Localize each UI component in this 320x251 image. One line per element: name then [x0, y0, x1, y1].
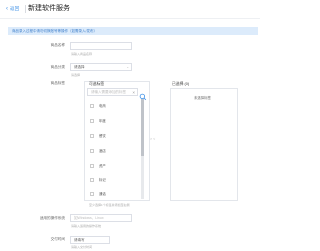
time-label: 交付时间: [50, 237, 65, 241]
name-label: 商品名称: [50, 43, 65, 47]
tag-option[interactable]: 通话: [90, 191, 106, 196]
time-hint: 请输入交付时间: [71, 245, 93, 249]
notice-banner: 商品录入过程中请勿切换账号等操作（如需录入/发布）: [8, 27, 258, 35]
os-placeholder: 如Windows，Linux: [74, 215, 104, 220]
header-divider: [25, 5, 26, 13]
tag-search-input[interactable]: 请输入需要添加的标签 ×: [87, 88, 138, 96]
search-icon[interactable]: [139, 88, 147, 101]
checkbox[interactable]: [90, 191, 94, 196]
name-input[interactable]: [70, 42, 132, 50]
checkbox[interactable]: [90, 148, 94, 153]
page-title: 新建软件服务: [28, 5, 70, 12]
category-hint: 请选择: [71, 73, 81, 77]
scrollbar-thumb[interactable]: [141, 99, 144, 156]
os-hint: 请输入适用的操作系统: [71, 224, 102, 228]
category-value: 请选择: [74, 64, 85, 69]
category-label: 商品分类: [50, 65, 65, 69]
tag-option[interactable]: 电商: [90, 103, 106, 108]
checkbox[interactable]: [90, 133, 94, 138]
tag-option[interactable]: 年度: [90, 118, 106, 123]
tag-option[interactable]: 酒店: [90, 148, 106, 153]
checkbox[interactable]: [90, 103, 94, 108]
back-button[interactable]: ‹ 返回: [6, 4, 19, 14]
checkbox[interactable]: [90, 163, 94, 168]
category-select[interactable]: 请选择 ⌄: [70, 63, 132, 71]
os-input[interactable]: 如Windows，Linux: [70, 214, 132, 222]
clear-icon[interactable]: ×: [132, 90, 135, 95]
chevron-left-icon: ‹: [6, 6, 8, 12]
checkbox[interactable]: [90, 118, 94, 123]
time-value: 请填写: [74, 237, 85, 242]
available-tags-title: 可选标签: [89, 82, 105, 86]
chevron-down-icon: ⌄: [126, 65, 129, 69]
time-input[interactable]: 请填写: [70, 236, 110, 244]
selected-tags-title: 已选择 (0): [172, 82, 190, 86]
transfer-arrows[interactable]: > <: [150, 137, 155, 141]
tag-option[interactable]: 标记: [90, 177, 106, 182]
os-label: 适用的操作系统: [39, 216, 65, 220]
tags-label: 商品标签: [50, 81, 65, 85]
back-label: 返回: [10, 6, 20, 11]
selected-tags-panel: [170, 88, 238, 201]
tag-option[interactable]: 资产: [90, 163, 106, 168]
tag-option[interactable]: 餐饮: [90, 133, 106, 138]
name-hint: 请输入商品名称: [71, 52, 93, 56]
tag-search-placeholder: 请输入需要添加的标签: [91, 89, 126, 94]
checkbox[interactable]: [90, 177, 94, 182]
tags-hint: 至少选择1个标签并添加至右侧: [89, 203, 130, 207]
selected-tags-empty: 未选择标签: [194, 96, 211, 100]
